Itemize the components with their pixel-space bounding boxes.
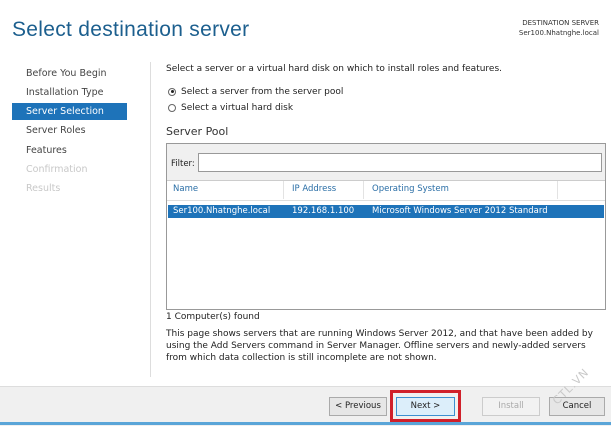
table-row[interactable]: Ser100.Nhatnghe.local 192.168.1.100 Micr… [168, 205, 604, 218]
radio-virtual-disk[interactable]: Select a virtual hard disk [168, 103, 293, 113]
filter-bar: Filter: [167, 144, 605, 181]
destination-label: DESTINATION SERVER [522, 19, 599, 27]
cell-os: Microsoft Windows Server 2012 Standard [372, 206, 548, 216]
intro-text: Select a server or a virtual hard disk o… [166, 64, 503, 74]
radio-label: Select a virtual hard disk [181, 103, 294, 113]
radio-unchecked-icon[interactable] [168, 103, 176, 112]
radio-server-pool[interactable]: Select a server from the server pool [168, 87, 343, 97]
highlight-box [390, 390, 461, 422]
destination-server: DESTINATION SERVER Ser100.Nhatnghe.local [519, 18, 599, 38]
nav-server-roles[interactable]: Server Roles [12, 122, 127, 139]
server-pool-heading: Server Pool [166, 125, 229, 138]
footer-bar: < Previous Next > Install Cancel [0, 386, 611, 426]
divider [150, 62, 151, 377]
page-title: Select destination server [12, 18, 250, 41]
server-pool-grid: Filter: Name IP Address Operating System… [166, 143, 606, 310]
header-divider [167, 200, 605, 201]
column-ip[interactable]: IP Address [292, 184, 336, 194]
nav-results: Results [26, 183, 61, 194]
nav-features[interactable]: Features [12, 142, 127, 159]
install-button: Install [482, 397, 540, 416]
nav-before-you-begin[interactable]: Before You Begin [12, 65, 127, 82]
nav-confirmation: Confirmation [26, 164, 88, 175]
previous-button[interactable]: < Previous [329, 397, 387, 416]
column-name[interactable]: Name [173, 184, 198, 194]
column-divider [557, 181, 558, 199]
radio-checked-icon[interactable] [168, 87, 176, 96]
filter-input[interactable] [198, 153, 602, 172]
column-os[interactable]: Operating System [372, 184, 449, 194]
cell-ip: 192.168.1.100 [292, 206, 355, 216]
nav-server-selection[interactable]: Server Selection [12, 103, 127, 120]
column-divider [283, 181, 284, 199]
destination-name: Ser100.Nhatnghe.local [518, 29, 599, 37]
filter-label: Filter: [171, 159, 195, 169]
info-text: This page shows servers that are running… [166, 329, 593, 363]
nav-installation-type[interactable]: Installation Type [12, 84, 127, 101]
radio-label: Select a server from the server pool [181, 87, 344, 97]
found-count: 1 Computer(s) found [166, 312, 260, 322]
column-divider [363, 181, 364, 199]
cell-name: Ser100.Nhatnghe.local [173, 206, 271, 216]
